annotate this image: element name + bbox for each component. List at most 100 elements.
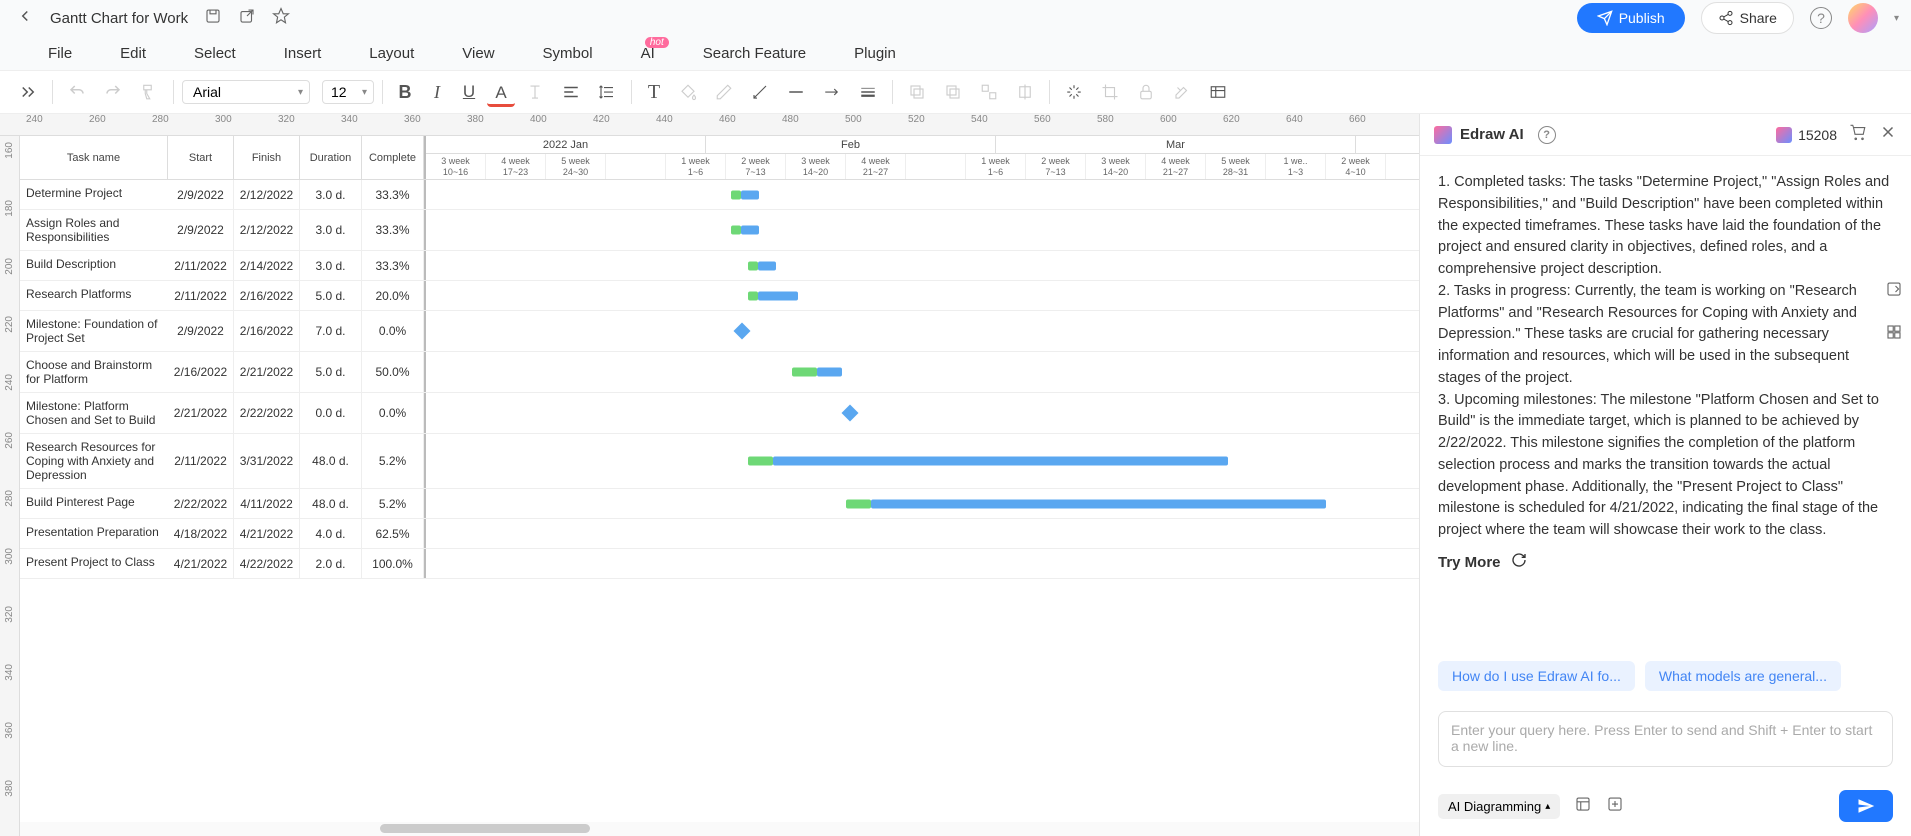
line-weight-icon[interactable] (852, 77, 884, 107)
bar-area (426, 434, 1419, 488)
menu-search-feature[interactable]: Search Feature (679, 45, 830, 62)
menu-edit[interactable]: Edit (96, 45, 170, 62)
template-icon[interactable] (1574, 795, 1592, 818)
clear-format-icon[interactable] (519, 77, 551, 107)
bar-todo[interactable] (773, 457, 1228, 466)
crop-icon[interactable] (1094, 77, 1126, 107)
bar-todo[interactable] (817, 368, 842, 377)
gantt-row[interactable]: Research Platforms2/11/20222/16/20225.0 … (20, 281, 1419, 311)
menu-select[interactable]: Select (170, 45, 260, 62)
text-tool-icon[interactable]: T (640, 77, 668, 107)
gantt-row[interactable]: Assign Roles and Responsibilities2/9/202… (20, 210, 1419, 251)
menu-file[interactable]: File (24, 45, 96, 62)
suggestion-chip[interactable]: How do I use Edraw AI fo... (1438, 661, 1635, 691)
redo-icon[interactable] (97, 77, 129, 107)
font-size-select[interactable]: 12 (322, 80, 374, 104)
ai-input[interactable] (1438, 711, 1893, 767)
bar-todo[interactable] (758, 291, 798, 300)
gantt-row[interactable]: Presentation Preparation4/18/20224/21/20… (20, 519, 1419, 549)
ruler-tick: 380 (467, 114, 484, 125)
milestone-marker[interactable] (842, 405, 859, 422)
bar-done[interactable] (748, 457, 773, 466)
save-icon[interactable] (204, 7, 222, 30)
gantt-chart[interactable]: Task name Start Finish Duration Complete… (20, 136, 1419, 816)
bar-done[interactable] (748, 291, 758, 300)
italic-icon[interactable]: I (423, 77, 451, 107)
cell-dur: 0.0 d. (300, 393, 362, 433)
gantt-row[interactable]: Milestone: Foundation of Project Set2/9/… (20, 311, 1419, 352)
tools-icon[interactable] (1166, 77, 1198, 107)
ai-mode-select[interactable]: AI Diagramming▴ (1438, 794, 1560, 819)
cart-icon[interactable] (1849, 123, 1867, 146)
line-style-icon[interactable] (780, 77, 812, 107)
side-tab-grid-icon[interactable] (1885, 323, 1903, 346)
pen-icon[interactable] (708, 77, 740, 107)
week-header: 2 week4~10 (1326, 154, 1386, 179)
gantt-row[interactable]: Determine Project2/9/20222/12/20223.0 d.… (20, 180, 1419, 210)
send-button[interactable] (1839, 790, 1893, 822)
arrow-style-icon[interactable] (816, 77, 848, 107)
attach-icon[interactable] (1606, 795, 1624, 818)
bar-todo[interactable] (871, 499, 1326, 508)
ai-sparkle-icon[interactable] (1058, 77, 1090, 107)
lock-icon[interactable] (1130, 77, 1162, 107)
horizontal-scrollbar[interactable] (20, 822, 1419, 836)
bar-todo[interactable] (741, 190, 759, 199)
menu-symbol[interactable]: Symbol (519, 45, 617, 62)
underline-icon[interactable]: U (455, 77, 483, 107)
cell-dur: 2.0 d. (300, 549, 362, 578)
suggestion-chip[interactable]: What models are general... (1645, 661, 1841, 691)
menu-plugin[interactable]: Plugin (830, 45, 920, 62)
table-icon[interactable] (1202, 77, 1234, 107)
bar-todo[interactable] (741, 226, 759, 235)
fill-icon[interactable] (672, 77, 704, 107)
canvas-area[interactable]: 2402602803003203403603804004204404604805… (0, 114, 1419, 836)
bring-front-icon[interactable] (901, 77, 933, 107)
open-external-icon[interactable] (238, 7, 256, 30)
gantt-row[interactable]: Build Pinterest Page2/22/20224/11/202248… (20, 489, 1419, 519)
publish-button[interactable]: Publish (1577, 3, 1685, 33)
avatar[interactable] (1848, 3, 1878, 33)
refresh-icon[interactable] (1511, 552, 1527, 576)
back-button[interactable] (12, 3, 38, 34)
gantt-row[interactable]: Milestone: Platform Chosen and Set to Bu… (20, 393, 1419, 434)
bar-done[interactable] (792, 368, 817, 377)
format-painter-icon[interactable] (133, 77, 165, 107)
menu-insert[interactable]: Insert (260, 45, 346, 62)
group-icon[interactable] (973, 77, 1005, 107)
line-spacing-icon[interactable] (591, 77, 623, 107)
avatar-dropdown[interactable]: ▾ (1894, 13, 1899, 24)
bar-done[interactable] (731, 190, 741, 199)
bold-icon[interactable]: B (391, 77, 419, 107)
ai-response-text: 1. Completed tasks: The tasks "Determine… (1438, 172, 1893, 542)
close-icon[interactable] (1879, 123, 1897, 146)
ruler-tick: 260 (89, 114, 106, 125)
bar-done[interactable] (846, 499, 871, 508)
gantt-row[interactable]: Choose and Brainstorm for Platform2/16/2… (20, 352, 1419, 393)
gantt-row[interactable]: Research Resources for Coping with Anxie… (20, 434, 1419, 489)
gantt-row[interactable]: Build Description2/11/20222/14/20223.0 d… (20, 251, 1419, 281)
connector-icon[interactable] (744, 77, 776, 107)
scroll-thumb[interactable] (380, 824, 590, 833)
send-back-icon[interactable] (937, 77, 969, 107)
align-left-icon[interactable] (555, 77, 587, 107)
side-tab-expand-icon[interactable] (1885, 280, 1903, 303)
align-objects-icon[interactable] (1009, 77, 1041, 107)
font-color-icon[interactable]: A (487, 77, 515, 107)
font-select[interactable]: Arial (182, 80, 310, 104)
cell-start: 2/11/2022 (168, 251, 234, 280)
undo-icon[interactable] (61, 77, 93, 107)
milestone-marker[interactable] (734, 323, 751, 340)
menu-view[interactable]: View (438, 45, 518, 62)
expand-toolbar-icon[interactable] (12, 77, 44, 107)
share-button[interactable]: Share (1701, 2, 1794, 34)
star-icon[interactable] (272, 7, 290, 30)
help-icon[interactable]: ? (1810, 7, 1832, 29)
ai-help-icon[interactable]: ? (1538, 126, 1556, 144)
bar-done[interactable] (748, 261, 758, 270)
menu-layout[interactable]: Layout (345, 45, 438, 62)
bar-done[interactable] (731, 226, 741, 235)
gantt-row[interactable]: Present Project to Class4/21/20224/22/20… (20, 549, 1419, 579)
bar-todo[interactable] (758, 261, 776, 270)
menu-ai[interactable]: AIhot (617, 45, 679, 62)
